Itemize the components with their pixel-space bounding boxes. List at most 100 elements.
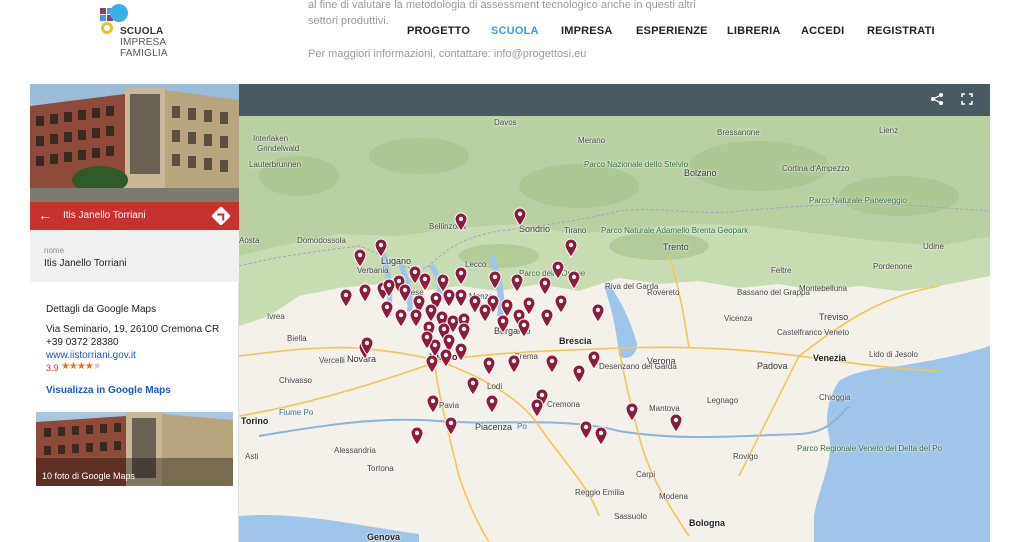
map-place-label: Biella <box>287 334 307 343</box>
phone-text[interactable]: +39 0372 28380 <box>46 337 119 348</box>
map-place-label: Castelfranco Veneto <box>777 328 850 337</box>
school-map-marker[interactable] <box>538 276 552 296</box>
map-canvas[interactable]: Davos Merano Bressanone Lienz Interlaken Grin… <box>239 116 990 542</box>
school-map-marker[interactable] <box>507 354 521 374</box>
map-place-label: Modena <box>659 492 688 501</box>
school-map-marker[interactable] <box>572 364 586 384</box>
map-place-label: Tortona <box>367 464 394 473</box>
school-map-marker[interactable] <box>513 207 527 227</box>
school-map-marker[interactable] <box>380 300 394 320</box>
map-place-label: Domodossola <box>297 236 346 245</box>
map-place-label: Parco Naturale Adamello Brenta Geopark <box>601 226 749 235</box>
map-place-label: Padova <box>757 361 788 371</box>
place-panel: ← Itis Janello Torriani nome Itis Janell… <box>30 84 239 542</box>
nav-impresa[interactable]: IMPRESA <box>561 25 613 37</box>
nav-progetto[interactable]: PROGETTO <box>407 25 470 37</box>
map-place-label: Sassuolo <box>614 512 647 521</box>
school-map-marker[interactable] <box>466 376 480 396</box>
school-map-marker[interactable] <box>485 394 499 414</box>
logo-circle-blue <box>110 4 128 22</box>
map-place-label: Carpi <box>636 470 656 479</box>
school-photo[interactable] <box>30 84 239 202</box>
view-in-google-maps-link[interactable]: Visualizza in Google Maps <box>46 385 171 396</box>
school-map-marker[interactable] <box>457 322 471 342</box>
school-map-marker[interactable] <box>579 420 593 440</box>
school-map-marker[interactable] <box>540 308 554 328</box>
school-map-marker[interactable] <box>482 356 496 376</box>
school-map-marker[interactable] <box>510 273 524 293</box>
school-map-marker[interactable] <box>545 354 559 374</box>
map-place-label: Lido di Jesolo <box>869 350 918 359</box>
school-map-marker[interactable] <box>478 303 492 323</box>
map-place-label: Merano <box>578 136 606 145</box>
map-place-label: Bologna <box>689 518 725 528</box>
map-place-label: Lecco <box>465 260 487 269</box>
school-map-marker[interactable] <box>409 308 423 328</box>
school-map-marker[interactable] <box>488 270 502 290</box>
school-map-marker[interactable] <box>420 330 434 350</box>
directions-icon[interactable] <box>211 206 231 226</box>
school-map-marker[interactable] <box>625 402 639 422</box>
school-map-marker[interactable] <box>410 426 424 446</box>
school-map-marker[interactable] <box>426 394 440 414</box>
site-logo[interactable]: SCUOLA IMPRESA FAMIGLIA <box>96 2 206 62</box>
school-map-marker[interactable] <box>360 336 374 356</box>
map-place-label: Bressanone <box>717 128 760 137</box>
map-place-label: Desenzano del Garda <box>599 362 677 371</box>
school-map-marker[interactable] <box>339 288 353 308</box>
nav-esperienze[interactable]: ESPERIENZE <box>636 25 708 37</box>
map-place-label: Mantova <box>649 404 680 413</box>
map-place-label: Interlaken <box>253 134 289 143</box>
website-link[interactable]: www.iistorriani.gov.it <box>46 350 136 361</box>
school-map-marker[interactable] <box>454 288 468 308</box>
rating-stars: ★★★★★ <box>61 361 102 372</box>
logo-line2: IMPRESA <box>120 37 167 48</box>
name-label: nome <box>44 246 65 255</box>
back-arrow-icon[interactable]: ← <box>38 208 52 222</box>
school-map-marker[interactable] <box>353 248 367 268</box>
fullscreen-icon[interactable] <box>959 92 975 108</box>
map-place-label: Pavia <box>439 401 460 410</box>
school-map-marker[interactable] <box>418 272 432 292</box>
map-place-label: Tirano <box>564 226 587 235</box>
map-place-label: Grindelwald <box>257 144 300 153</box>
school-map-marker[interactable] <box>496 314 510 334</box>
share-icon[interactable] <box>929 92 945 108</box>
school-map-marker[interactable] <box>554 294 568 314</box>
map-place-label: Davos <box>494 118 517 127</box>
rating-value: 3.9 <box>46 363 59 373</box>
map-place-label: Bolzano <box>684 168 717 178</box>
school-map-marker[interactable] <box>374 238 388 258</box>
school-map-marker[interactable] <box>454 342 468 362</box>
school-map-marker[interactable] <box>669 413 683 433</box>
school-map-marker[interactable] <box>394 308 408 328</box>
school-map-marker[interactable] <box>564 238 578 258</box>
school-map-marker[interactable] <box>454 266 468 286</box>
school-map-marker[interactable] <box>517 318 531 338</box>
nav-scuola[interactable]: SCUOLA <box>491 25 539 37</box>
school-map-marker[interactable] <box>425 354 439 374</box>
school-map-marker[interactable] <box>591 303 605 323</box>
school-map-marker[interactable] <box>567 270 581 290</box>
details-heading: Dettagli da Google Maps <box>46 304 157 315</box>
school-map-marker[interactable] <box>551 260 565 280</box>
map-place-label: Torino <box>241 416 269 426</box>
school-map-marker[interactable] <box>439 348 453 368</box>
school-map-marker[interactable] <box>594 426 608 446</box>
school-map-marker[interactable] <box>398 283 412 303</box>
school-map-marker[interactable] <box>530 398 544 418</box>
map-place-label: Vicenza <box>724 314 753 323</box>
school-map-marker[interactable] <box>444 416 458 436</box>
map-place-label: Ivrea <box>267 312 285 321</box>
school-map-marker[interactable] <box>358 283 372 303</box>
school-map-marker[interactable] <box>454 212 468 232</box>
school-map-marker[interactable] <box>382 278 396 298</box>
map-place-label: Cortina d'Ampezzo <box>782 164 850 173</box>
map-place-label: Lauterbrunnen <box>249 160 302 169</box>
map-place-label: Treviso <box>819 312 849 322</box>
nav-libreria[interactable]: LIBRERIA <box>727 25 781 37</box>
school-map-marker[interactable] <box>587 350 601 370</box>
nav-registrati[interactable]: REGISTRATI <box>867 25 935 37</box>
map-place-label: Chioggia <box>819 393 851 402</box>
nav-accedi[interactable]: ACCEDI <box>801 25 844 37</box>
